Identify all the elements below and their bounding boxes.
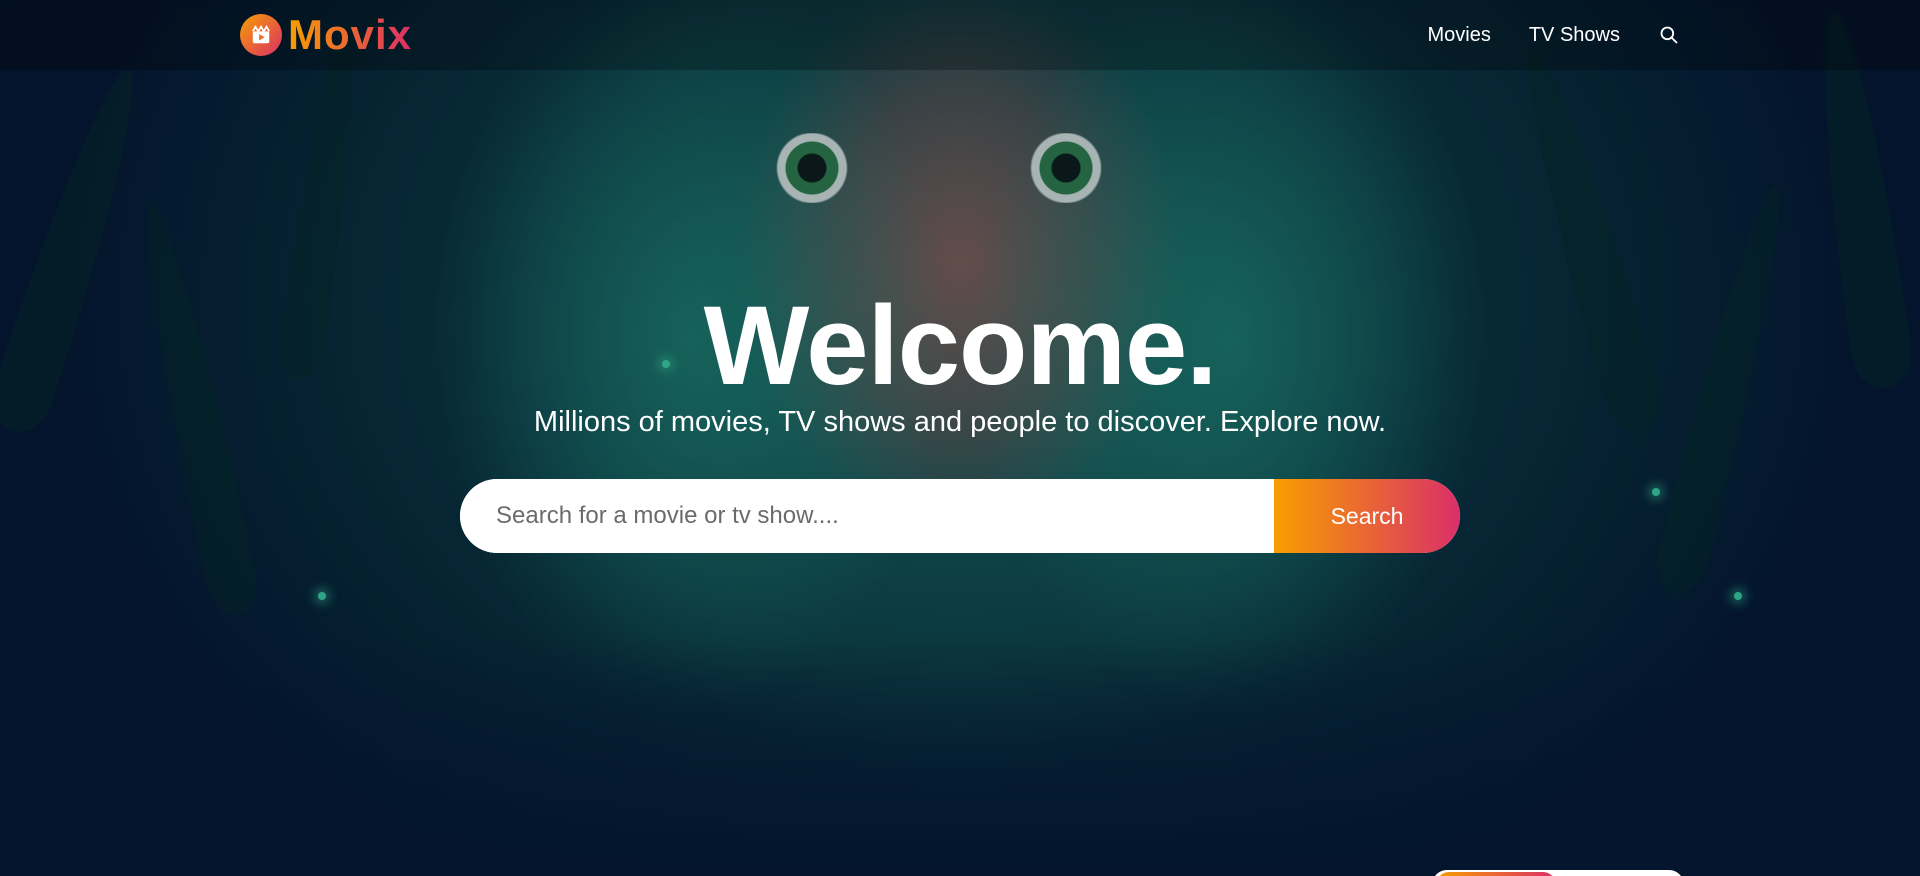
search-icon[interactable] [1658, 24, 1680, 46]
logo[interactable]: Movix [240, 14, 412, 56]
nav-item-movies[interactable]: Movies [1427, 24, 1490, 47]
switch-tab-active[interactable] [1436, 872, 1556, 876]
search-input[interactable] [460, 479, 1274, 553]
hero-content: Welcome. Millions of movies, TV shows an… [0, 290, 1920, 553]
logo-text: Movix [288, 11, 413, 58]
hero-subtitle: Millions of movies, TV shows and people … [533, 406, 1387, 438]
clapperboard-play-icon [240, 14, 282, 56]
switch-tabs[interactable] [1432, 870, 1684, 876]
main-nav: Movies TV Shows [1427, 24, 1680, 47]
site-header: Movix Movies TV Shows [0, 0, 1920, 70]
page-title: Welcome. [703, 283, 1218, 408]
search-bar: Search [460, 479, 1460, 553]
search-button[interactable]: Search [1274, 479, 1460, 553]
nav-item-tv-shows[interactable]: TV Shows [1529, 24, 1620, 47]
